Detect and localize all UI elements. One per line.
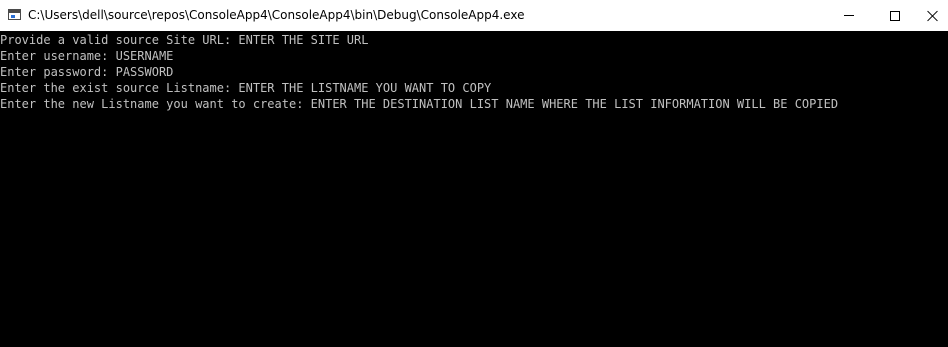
console-line: Enter password: PASSWORD: [0, 65, 174, 79]
console-line: Provide a valid source Site URL: ENTER T…: [0, 33, 369, 47]
console-line: Enter username: USERNAME: [0, 49, 174, 63]
title-bar[interactable]: C:\Users\dell\source\repos\ConsoleApp4\C…: [0, 0, 948, 31]
console-window: C:\Users\dell\source\repos\ConsoleApp4\C…: [0, 0, 948, 347]
maximize-button[interactable]: [872, 0, 918, 31]
console-output[interactable]: Provide a valid source Site URL: ENTER T…: [0, 31, 948, 347]
window-title: C:\Users\dell\source\repos\ConsoleApp4\C…: [28, 8, 525, 22]
close-icon: [927, 10, 939, 22]
minimize-icon: [844, 15, 854, 16]
maximize-icon: [890, 10, 900, 21]
close-button[interactable]: [918, 0, 948, 31]
minimize-button[interactable]: [826, 0, 872, 31]
console-line: Enter the exist source Listname: ENTER T…: [0, 81, 492, 95]
console-line: Enter the new Listname you want to creat…: [0, 97, 839, 111]
console-app-icon[interactable]: [8, 9, 21, 20]
